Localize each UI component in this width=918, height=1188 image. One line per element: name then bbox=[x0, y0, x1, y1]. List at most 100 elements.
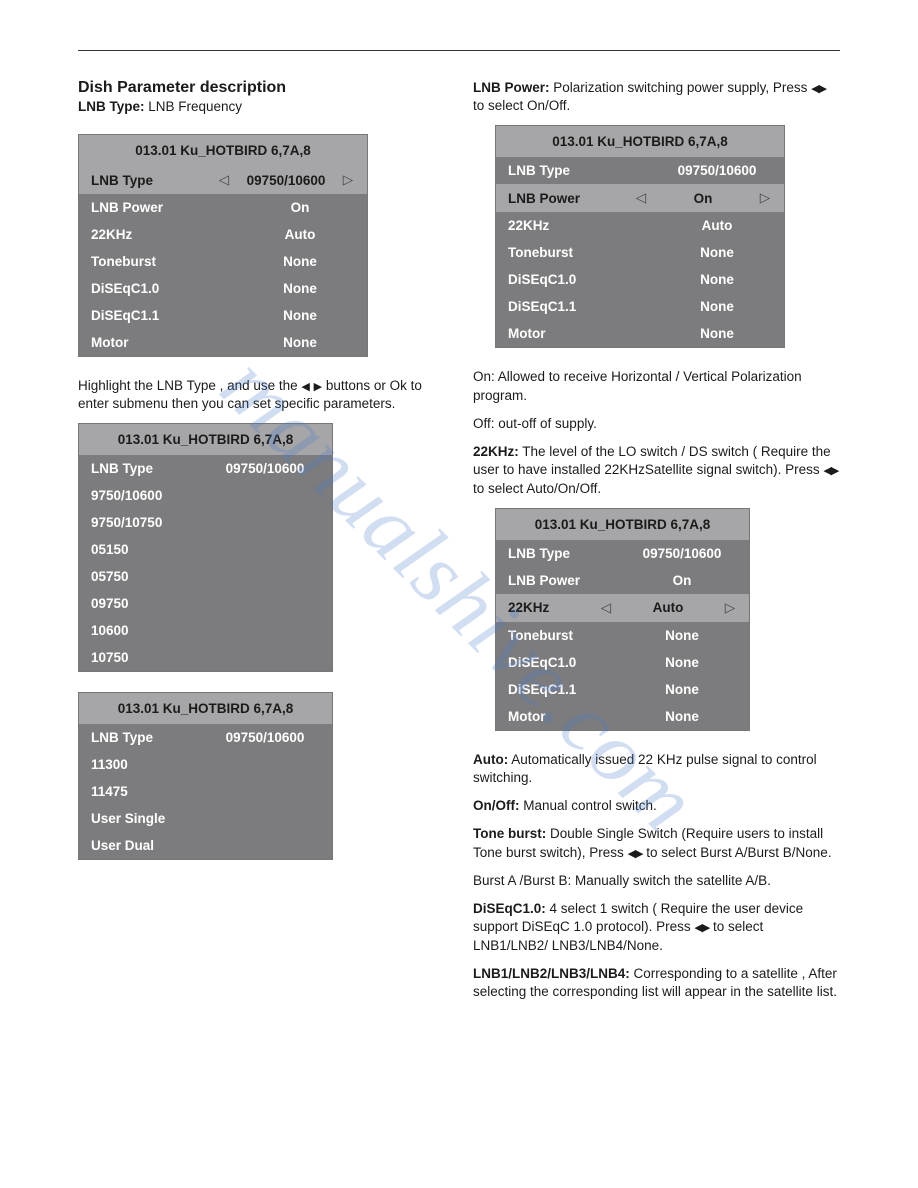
row-value: 09750/10600 bbox=[231, 173, 341, 188]
row-label: LNB Power bbox=[508, 191, 634, 206]
list-item[interactable]: 09750 bbox=[79, 590, 332, 617]
onoff-desc: On/Off: Manual control switch. bbox=[473, 797, 840, 815]
row-value: None bbox=[662, 299, 772, 314]
columns: Dish Parameter description LNB Type: LNB… bbox=[78, 79, 840, 1011]
row-22khz[interactable]: 22KHz Auto bbox=[79, 221, 367, 248]
row-value: None bbox=[245, 281, 355, 296]
lnb-type-sub: LNB Type: LNB Frequency bbox=[78, 99, 445, 114]
list-item[interactable]: User Dual bbox=[79, 832, 332, 859]
submenu-panel-2: 013.01 Ku_HOTBIRD 6,7A,8 LNB Type 09750/… bbox=[78, 692, 333, 860]
row-label: LNB Power bbox=[91, 200, 245, 215]
row-label: LNB Type bbox=[508, 163, 662, 178]
row-lnb-power[interactable]: LNB Power On bbox=[79, 194, 367, 221]
row-lnb-type-header: LNB Type 09750/10600 bbox=[79, 724, 332, 751]
row-lnb-type[interactable]: LNB Type 09750/10600 bbox=[79, 166, 367, 194]
burst-text: Burst A /Burst B: Manually switch the sa… bbox=[473, 872, 840, 890]
left-arrow-icon[interactable] bbox=[599, 600, 613, 616]
row-diseqc11[interactable]: DiSEqC1.1 None bbox=[496, 676, 749, 703]
list-item[interactable]: 9750/10750 bbox=[79, 509, 332, 536]
row-diseqc10[interactable]: DiSEqC1.0 None bbox=[79, 275, 367, 302]
row-value: 09750/10600 bbox=[627, 546, 737, 561]
row-value: None bbox=[627, 682, 737, 697]
row-label: DiSEqC1.1 bbox=[508, 299, 662, 314]
22khz-desc: 22KHz: The level of the LO switch / DS s… bbox=[473, 443, 840, 498]
left-arrow-icon[interactable] bbox=[634, 190, 648, 206]
list-item[interactable]: 11475 bbox=[79, 778, 332, 805]
left-arrow-icon[interactable] bbox=[217, 172, 231, 188]
item: 11475 bbox=[91, 784, 320, 799]
lnb-power-label: LNB Power: bbox=[473, 80, 550, 95]
row-22khz[interactable]: 22KHz Auto bbox=[496, 212, 784, 239]
row-value: Auto bbox=[662, 218, 772, 233]
lnb1234-label: LNB1/LNB2/LNB3/LNB4: bbox=[473, 966, 630, 981]
item: 09750 bbox=[91, 596, 320, 611]
row-lnb-type[interactable]: LNB Type 09750/10600 bbox=[496, 540, 749, 567]
item: 10600 bbox=[91, 623, 320, 638]
row-toneburst[interactable]: Toneburst None bbox=[496, 622, 749, 649]
text: Highlight the LNB Type , and use the bbox=[78, 378, 301, 393]
item: 11300 bbox=[91, 757, 320, 772]
22khz-label: 22KHz: bbox=[473, 444, 519, 459]
row-label: Toneburst bbox=[91, 254, 245, 269]
left-right-icon bbox=[811, 80, 826, 95]
row-value: Auto bbox=[613, 600, 723, 615]
right-arrow-icon[interactable] bbox=[723, 600, 737, 616]
row-toneburst[interactable]: Toneburst None bbox=[496, 239, 784, 266]
row-value: 09750/10600 bbox=[210, 461, 320, 476]
row-label: Toneburst bbox=[508, 245, 662, 260]
row-value: None bbox=[627, 655, 737, 670]
row-label: LNB Type bbox=[91, 173, 217, 188]
item: User Dual bbox=[91, 838, 320, 853]
row-label: 22KHz bbox=[91, 227, 245, 242]
left-right-icon bbox=[694, 919, 709, 934]
list-item[interactable]: 05750 bbox=[79, 563, 332, 590]
item: 10750 bbox=[91, 650, 320, 665]
text: to select Auto/On/Off. bbox=[473, 481, 601, 496]
list-item[interactable]: 11300 bbox=[79, 751, 332, 778]
list-item[interactable]: 05150 bbox=[79, 536, 332, 563]
toneburst-label: Tone burst: bbox=[473, 826, 546, 841]
auto-desc: Auto: Automatically issued 22 KHz pulse … bbox=[473, 751, 840, 787]
lnb-type-value: LNB Frequency bbox=[145, 99, 243, 114]
row-lnb-power[interactable]: LNB Power On bbox=[496, 567, 749, 594]
text: Polarization switching power supply, Pre… bbox=[550, 80, 812, 95]
panel-title: 013.01 Ku_HOTBIRD 6,7A,8 bbox=[79, 693, 332, 724]
row-value: None bbox=[662, 326, 772, 341]
row-motor[interactable]: Motor None bbox=[496, 703, 749, 730]
row-label: Motor bbox=[508, 326, 662, 341]
diseqc-label: DiSEqC1.0: bbox=[473, 901, 546, 916]
row-value: None bbox=[245, 254, 355, 269]
row-motor[interactable]: Motor None bbox=[79, 329, 367, 356]
row-lnb-power[interactable]: LNB Power On bbox=[496, 184, 784, 212]
text: Manual control switch. bbox=[520, 798, 657, 813]
list-item[interactable]: 10600 bbox=[79, 617, 332, 644]
row-label: Motor bbox=[91, 335, 245, 350]
item: User Single bbox=[91, 811, 320, 826]
row-diseqc10[interactable]: DiSEqC1.0 None bbox=[496, 649, 749, 676]
row-value: None bbox=[627, 709, 737, 724]
panel-title: 013.01 Ku_HOTBIRD 6,7A,8 bbox=[79, 424, 332, 455]
text: Press bbox=[781, 462, 823, 477]
list-item[interactable]: 10750 bbox=[79, 644, 332, 671]
left-right-icon bbox=[823, 462, 838, 477]
row-22khz[interactable]: 22KHz Auto bbox=[496, 594, 749, 622]
left-triangle-icon bbox=[301, 378, 309, 393]
row-diseqc11[interactable]: DiSEqC1.1 None bbox=[79, 302, 367, 329]
row-value: None bbox=[245, 335, 355, 350]
row-diseqc11[interactable]: DiSEqC1.1 None bbox=[496, 293, 784, 320]
text: Automatically issued 22 KHz pulse signal… bbox=[473, 752, 817, 785]
row-motor[interactable]: Motor None bbox=[496, 320, 784, 347]
row-toneburst[interactable]: Toneburst None bbox=[79, 248, 367, 275]
dish-panel-lnb-type: 013.01 Ku_HOTBIRD 6,7A,8 LNB Type 09750/… bbox=[78, 134, 368, 357]
row-label: DiSEqC1.0 bbox=[508, 655, 627, 670]
row-diseqc10[interactable]: DiSEqC1.0 None bbox=[496, 266, 784, 293]
row-lnb-type-header: LNB Type 09750/10600 bbox=[79, 455, 332, 482]
list-item[interactable]: 9750/10600 bbox=[79, 482, 332, 509]
item: 05750 bbox=[91, 569, 320, 584]
row-lnb-type[interactable]: LNB Type 09750/10600 bbox=[496, 157, 784, 184]
text: The level of the LO switch / DS switch (… bbox=[473, 444, 831, 477]
row-label: LNB Type bbox=[508, 546, 627, 561]
right-arrow-icon[interactable] bbox=[758, 190, 772, 206]
list-item[interactable]: User Single bbox=[79, 805, 332, 832]
right-arrow-icon[interactable] bbox=[341, 172, 355, 188]
